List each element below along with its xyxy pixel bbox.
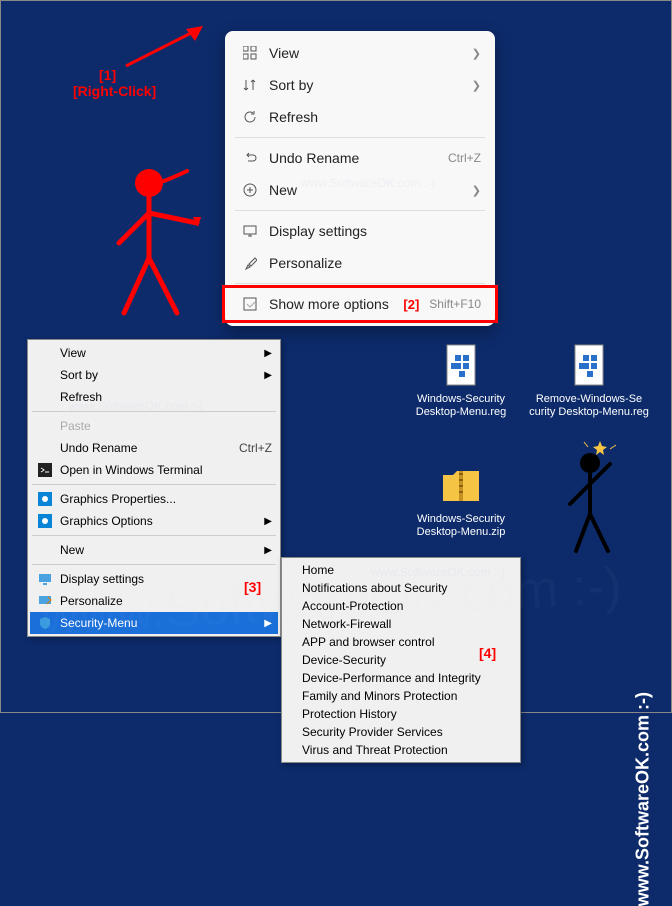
annotation-1-num: [1] <box>99 67 116 83</box>
menu-item-gfx-props[interactable]: Graphics Properties... <box>30 488 278 510</box>
menu-item-label: Open in Windows Terminal <box>56 463 272 477</box>
submenu-item-history[interactable]: Protection History <box>282 705 520 723</box>
chevron-right-icon: ❯ <box>472 79 481 92</box>
annotation-4-num: [4] <box>479 645 496 661</box>
menu-item-view[interactable]: View ❯ <box>225 37 495 69</box>
menu-item-label: Undo Rename <box>56 441 239 455</box>
view-icon <box>239 46 261 60</box>
chevron-right-icon: ▶ <box>264 516 272 527</box>
separator <box>235 283 485 284</box>
menu-item-label: Graphics Properties... <box>56 492 272 506</box>
menu-item-display-settings[interactable]: Display settings <box>225 215 495 247</box>
separator <box>32 535 276 536</box>
chevron-right-icon: ❯ <box>472 47 481 60</box>
chevron-right-icon: ❯ <box>472 184 481 197</box>
terminal-icon <box>34 463 56 477</box>
undo-icon <box>239 151 261 165</box>
desktop-icon-reg-2[interactable]: Remove-Windows-Se curity Desktop-Menu.re… <box>529 341 649 419</box>
annotation-1-text: [Right-Click] <box>73 83 156 99</box>
menu-item-sortby[interactable]: Sort by ❯ <box>225 69 495 101</box>
display-icon <box>239 224 261 238</box>
chevron-right-icon: ▶ <box>264 348 272 359</box>
submenu-item-family[interactable]: Family and Minors Protection <box>282 687 520 705</box>
stick-figure-black-icon <box>558 439 638 559</box>
desktop-icon-label: Windows-Security Desktop-Menu.zip <box>401 513 521 539</box>
sort-icon <box>239 78 261 92</box>
menu-item-sortby[interactable]: Sort by▶ <box>30 364 278 386</box>
annotation-2-num: [2] <box>403 297 419 312</box>
menu-item-gfx-options[interactable]: Graphics Options▶ <box>30 510 278 532</box>
desktop-icon-zip[interactable]: Windows-Security Desktop-Menu.zip <box>401 461 521 539</box>
reg-icon <box>437 341 485 389</box>
intel-icon <box>34 514 56 528</box>
reg-icon <box>565 341 613 389</box>
submenu-item-label: APP and browser control <box>302 635 435 649</box>
menu-item-label: Show more options <box>261 296 403 312</box>
menu-item-new[interactable]: New▶ <box>30 539 278 561</box>
menu-item-label: Undo Rename <box>261 150 448 166</box>
menu-item-undo[interactable]: Undo RenameCtrl+Z <box>30 437 278 459</box>
menu-item-view[interactable]: View▶ <box>30 342 278 364</box>
submenu-item-provider[interactable]: Security Provider Services <box>282 723 520 741</box>
menu-item-label: View <box>261 45 472 61</box>
submenu-item-label: Family and Minors Protection <box>302 689 457 703</box>
menu-item-label: Display settings <box>261 223 481 239</box>
watermark: www.SoftwareOK.com :-) <box>69 399 203 413</box>
menu-item-show-more[interactable]: Show more options [2] Shift+F10 <box>225 288 495 320</box>
arrow-icon <box>121 21 211 71</box>
watermark-side: www.SoftwareOK.com :-) <box>632 692 653 906</box>
menu-item-label: View <box>56 346 264 360</box>
submenu-item-label: Virus and Threat Protection <box>302 743 448 757</box>
chevron-right-icon: ▶ <box>264 370 272 381</box>
shortcut: Ctrl+Z <box>239 441 272 455</box>
submenu-item-label: Device-Performance and Integrity <box>302 671 481 685</box>
desktop-icon-reg-1[interactable]: Windows-Security Desktop-Menu.reg <box>401 341 521 419</box>
menu-item-paste: Paste <box>30 415 278 437</box>
separator <box>32 484 276 485</box>
desktop-icon-label: Remove-Windows-Se curity Desktop-Menu.re… <box>529 393 649 419</box>
submenu-item-label: Security Provider Services <box>302 725 443 739</box>
menu-item-label: Graphics Options <box>56 514 264 528</box>
submenu-item-label: Protection History <box>302 707 397 721</box>
plus-icon <box>239 183 261 197</box>
brush-icon <box>239 256 261 270</box>
menu-item-label: Refresh <box>261 109 481 125</box>
menu-item-label: New <box>56 543 264 557</box>
desktop-icon-label: Windows-Security Desktop-Menu.reg <box>401 393 521 419</box>
chevron-right-icon: ▶ <box>264 545 272 556</box>
submenu-item-virus[interactable]: Virus and Threat Protection <box>282 741 520 759</box>
submenu-item-label: Device-Security <box>302 653 386 667</box>
more-options-icon <box>239 297 261 311</box>
menu-item-refresh[interactable]: Refresh <box>225 101 495 133</box>
intel-icon <box>34 492 56 506</box>
menu-item-terminal[interactable]: Open in Windows Terminal <box>30 459 278 481</box>
separator <box>235 210 485 211</box>
menu-item-personalize[interactable]: Personalize <box>225 247 495 279</box>
stick-figure-red-icon <box>109 163 219 323</box>
menu-item-label: Sort by <box>261 77 472 93</box>
menu-item-label: Personalize <box>261 255 481 271</box>
shortcut: Ctrl+Z <box>448 151 481 165</box>
display-icon <box>34 572 56 586</box>
menu-item-label: Sort by <box>56 368 264 382</box>
submenu-item-device-perf[interactable]: Device-Performance and Integrity <box>282 669 520 687</box>
separator <box>235 137 485 138</box>
separator <box>32 564 276 565</box>
refresh-icon <box>239 110 261 124</box>
shortcut: Shift+F10 <box>429 297 481 311</box>
zip-icon <box>437 461 485 509</box>
menu-item-label: Paste <box>56 419 272 433</box>
watermark: www.SoftwareOK.com :-) <box>301 176 435 190</box>
menu-item-undo[interactable]: Undo Rename Ctrl+Z <box>225 142 495 174</box>
